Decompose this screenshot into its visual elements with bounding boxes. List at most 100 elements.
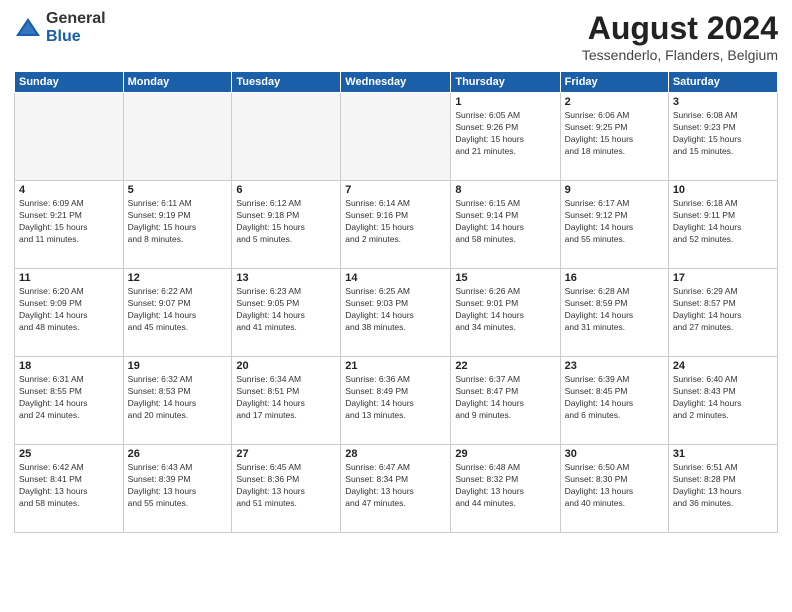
day-number: 31 (673, 448, 773, 460)
table-row: 26 Sunrise: 6:43 AM Sunset: 8:39 PM Dayli… (123, 445, 232, 533)
table-row: 6 Sunrise: 6:12 AM Sunset: 9:18 PM Daylig… (232, 181, 341, 269)
day-info: Sunrise: 6:11 AM Sunset: 9:19 PM Dayligh… (128, 198, 228, 246)
day-info: Sunrise: 6:29 AM Sunset: 8:57 PM Dayligh… (673, 286, 773, 334)
day-info: Sunrise: 6:36 AM Sunset: 8:49 PM Dayligh… (345, 374, 446, 422)
day-number: 12 (128, 272, 228, 284)
logo: General Blue (14, 10, 106, 45)
table-row (123, 93, 232, 181)
header: General Blue August 2024 Tessenderlo, Fl… (14, 10, 778, 63)
day-info: Sunrise: 6:06 AM Sunset: 9:25 PM Dayligh… (565, 110, 664, 158)
calendar-header-row: Sunday Monday Tuesday Wednesday Thursday… (15, 72, 778, 93)
col-wednesday: Wednesday (341, 72, 451, 93)
day-number: 6 (236, 184, 336, 196)
table-row: 10 Sunrise: 6:18 AM Sunset: 9:11 PM Dayli… (668, 181, 777, 269)
col-saturday: Saturday (668, 72, 777, 93)
table-row: 1 Sunrise: 6:05 AM Sunset: 9:26 PM Daylig… (451, 93, 560, 181)
table-row: 19Sunrise: 6:32 AM Sunset: 8:53 PM Dayli… (123, 357, 232, 445)
day-info: Sunrise: 6:15 AM Sunset: 9:14 PM Dayligh… (455, 198, 555, 246)
day-info: Sunrise: 6:34 AM Sunset: 8:51 PM Dayligh… (236, 374, 336, 422)
day-info: Sunrise: 6:47 AM Sunset: 8:34 PM Dayligh… (345, 462, 446, 510)
day-number: 15 (455, 272, 555, 284)
day-info: Sunrise: 6:14 AM Sunset: 9:16 PM Dayligh… (345, 198, 446, 246)
day-info: Sunrise: 6:09 AM Sunset: 9:21 PM Dayligh… (19, 198, 119, 246)
day-number: 20 (236, 360, 336, 372)
day-number: 18 (19, 360, 119, 372)
day-number: 3 (673, 96, 773, 108)
calendar-week-row: 18 Sunrise: 6:31 AM Sunset: 8:55 PM Dayli… (15, 357, 778, 445)
day-number: 7 (345, 184, 446, 196)
table-row: 18 Sunrise: 6:31 AM Sunset: 8:55 PM Dayli… (15, 357, 124, 445)
day-info: Sunrise: 6:50 AM Sunset: 8:30 PM Dayligh… (565, 462, 664, 510)
day-number: 16 (565, 272, 664, 284)
title-block: August 2024 Tessenderlo, Flanders, Belgi… (582, 10, 778, 63)
day-info: Sunrise: 6:22 AM Sunset: 9:07 PM Dayligh… (128, 286, 228, 334)
logo-icon (14, 14, 42, 42)
day-number: 21 (345, 360, 446, 372)
day-number: 22 (455, 360, 555, 372)
day-number: 10 (673, 184, 773, 196)
table-row: 7 Sunrise: 6:14 AM Sunset: 9:16 PM Daylig… (341, 181, 451, 269)
day-info: Sunrise: 6:39 AM Sunset: 8:45 PM Dayligh… (565, 374, 664, 422)
table-row: 27 Sunrise: 6:45 AM Sunset: 8:36 PM Dayli… (232, 445, 341, 533)
day-number: 28 (345, 448, 446, 460)
page: General Blue August 2024 Tessenderlo, Fl… (0, 0, 792, 612)
day-number: 5 (128, 184, 228, 196)
calendar-week-row: 4 Sunrise: 6:09 AM Sunset: 9:21 PM Daylig… (15, 181, 778, 269)
month-year-title: August 2024 (582, 10, 778, 47)
day-number: 26 (128, 448, 228, 460)
day-info: Sunrise: 6:51 AM Sunset: 8:28 PM Dayligh… (673, 462, 773, 510)
day-number: 14 (345, 272, 446, 284)
col-friday: Friday (560, 72, 668, 93)
table-row: 30 Sunrise: 6:50 AM Sunset: 8:30 PM Dayli… (560, 445, 668, 533)
table-row: 4 Sunrise: 6:09 AM Sunset: 9:21 PM Daylig… (15, 181, 124, 269)
col-tuesday: Tuesday (232, 72, 341, 93)
table-row: 13Sunrise: 6:23 AM Sunset: 9:05 PM Dayli… (232, 269, 341, 357)
day-number: 4 (19, 184, 119, 196)
table-row: 15Sunrise: 6:26 AM Sunset: 9:01 PM Dayli… (451, 269, 560, 357)
table-row (341, 93, 451, 181)
col-thursday: Thursday (451, 72, 560, 93)
table-row: 28 Sunrise: 6:47 AM Sunset: 8:34 PM Dayli… (341, 445, 451, 533)
logo-blue-label: Blue (46, 28, 106, 46)
day-info: Sunrise: 6:23 AM Sunset: 9:05 PM Dayligh… (236, 286, 336, 334)
table-row: 17 Sunrise: 6:29 AM Sunset: 8:57 PM Dayli… (668, 269, 777, 357)
day-number: 27 (236, 448, 336, 460)
table-row: 11Sunrise: 6:20 AM Sunset: 9:09 PM Dayli… (15, 269, 124, 357)
calendar-week-row: 1 Sunrise: 6:05 AM Sunset: 9:26 PM Daylig… (15, 93, 778, 181)
day-info: Sunrise: 6:31 AM Sunset: 8:55 PM Dayligh… (19, 374, 119, 422)
day-number: 23 (565, 360, 664, 372)
table-row: 29Sunrise: 6:48 AM Sunset: 8:32 PM Dayli… (451, 445, 560, 533)
table-row: 8 Sunrise: 6:15 AM Sunset: 9:14 PM Daylig… (451, 181, 560, 269)
day-info: Sunrise: 6:45 AM Sunset: 8:36 PM Dayligh… (236, 462, 336, 510)
day-info: Sunrise: 6:25 AM Sunset: 9:03 PM Dayligh… (345, 286, 446, 334)
table-row: 21 Sunrise: 6:36 AM Sunset: 8:49 PM Dayli… (341, 357, 451, 445)
logo-text: General Blue (46, 10, 106, 45)
table-row: 25Sunrise: 6:42 AM Sunset: 8:41 PM Dayli… (15, 445, 124, 533)
logo-general-label: General (46, 10, 106, 28)
day-info: Sunrise: 6:32 AM Sunset: 8:53 PM Dayligh… (128, 374, 228, 422)
table-row: 24Sunrise: 6:40 AM Sunset: 8:43 PM Dayli… (668, 357, 777, 445)
calendar-week-row: 11Sunrise: 6:20 AM Sunset: 9:09 PM Dayli… (15, 269, 778, 357)
day-info: Sunrise: 6:20 AM Sunset: 9:09 PM Dayligh… (19, 286, 119, 334)
table-row: 3Sunrise: 6:08 AM Sunset: 9:23 PM Daylig… (668, 93, 777, 181)
table-row: 9Sunrise: 6:17 AM Sunset: 9:12 PM Daylig… (560, 181, 668, 269)
day-number: 30 (565, 448, 664, 460)
day-info: Sunrise: 6:05 AM Sunset: 9:26 PM Dayligh… (455, 110, 555, 158)
calendar-week-row: 25Sunrise: 6:42 AM Sunset: 8:41 PM Dayli… (15, 445, 778, 533)
day-number: 17 (673, 272, 773, 284)
day-info: Sunrise: 6:12 AM Sunset: 9:18 PM Dayligh… (236, 198, 336, 246)
day-number: 2 (565, 96, 664, 108)
day-info: Sunrise: 6:18 AM Sunset: 9:11 PM Dayligh… (673, 198, 773, 246)
day-info: Sunrise: 6:42 AM Sunset: 8:41 PM Dayligh… (19, 462, 119, 510)
table-row: 23 Sunrise: 6:39 AM Sunset: 8:45 PM Dayli… (560, 357, 668, 445)
col-sunday: Sunday (15, 72, 124, 93)
col-monday: Monday (123, 72, 232, 93)
day-number: 24 (673, 360, 773, 372)
day-number: 8 (455, 184, 555, 196)
table-row: 20 Sunrise: 6:34 AM Sunset: 8:51 PM Dayli… (232, 357, 341, 445)
day-info: Sunrise: 6:43 AM Sunset: 8:39 PM Dayligh… (128, 462, 228, 510)
day-number: 9 (565, 184, 664, 196)
table-row: 14 Sunrise: 6:25 AM Sunset: 9:03 PM Dayli… (341, 269, 451, 357)
table-row: 2 Sunrise: 6:06 AM Sunset: 9:25 PM Daylig… (560, 93, 668, 181)
day-number: 1 (455, 96, 555, 108)
